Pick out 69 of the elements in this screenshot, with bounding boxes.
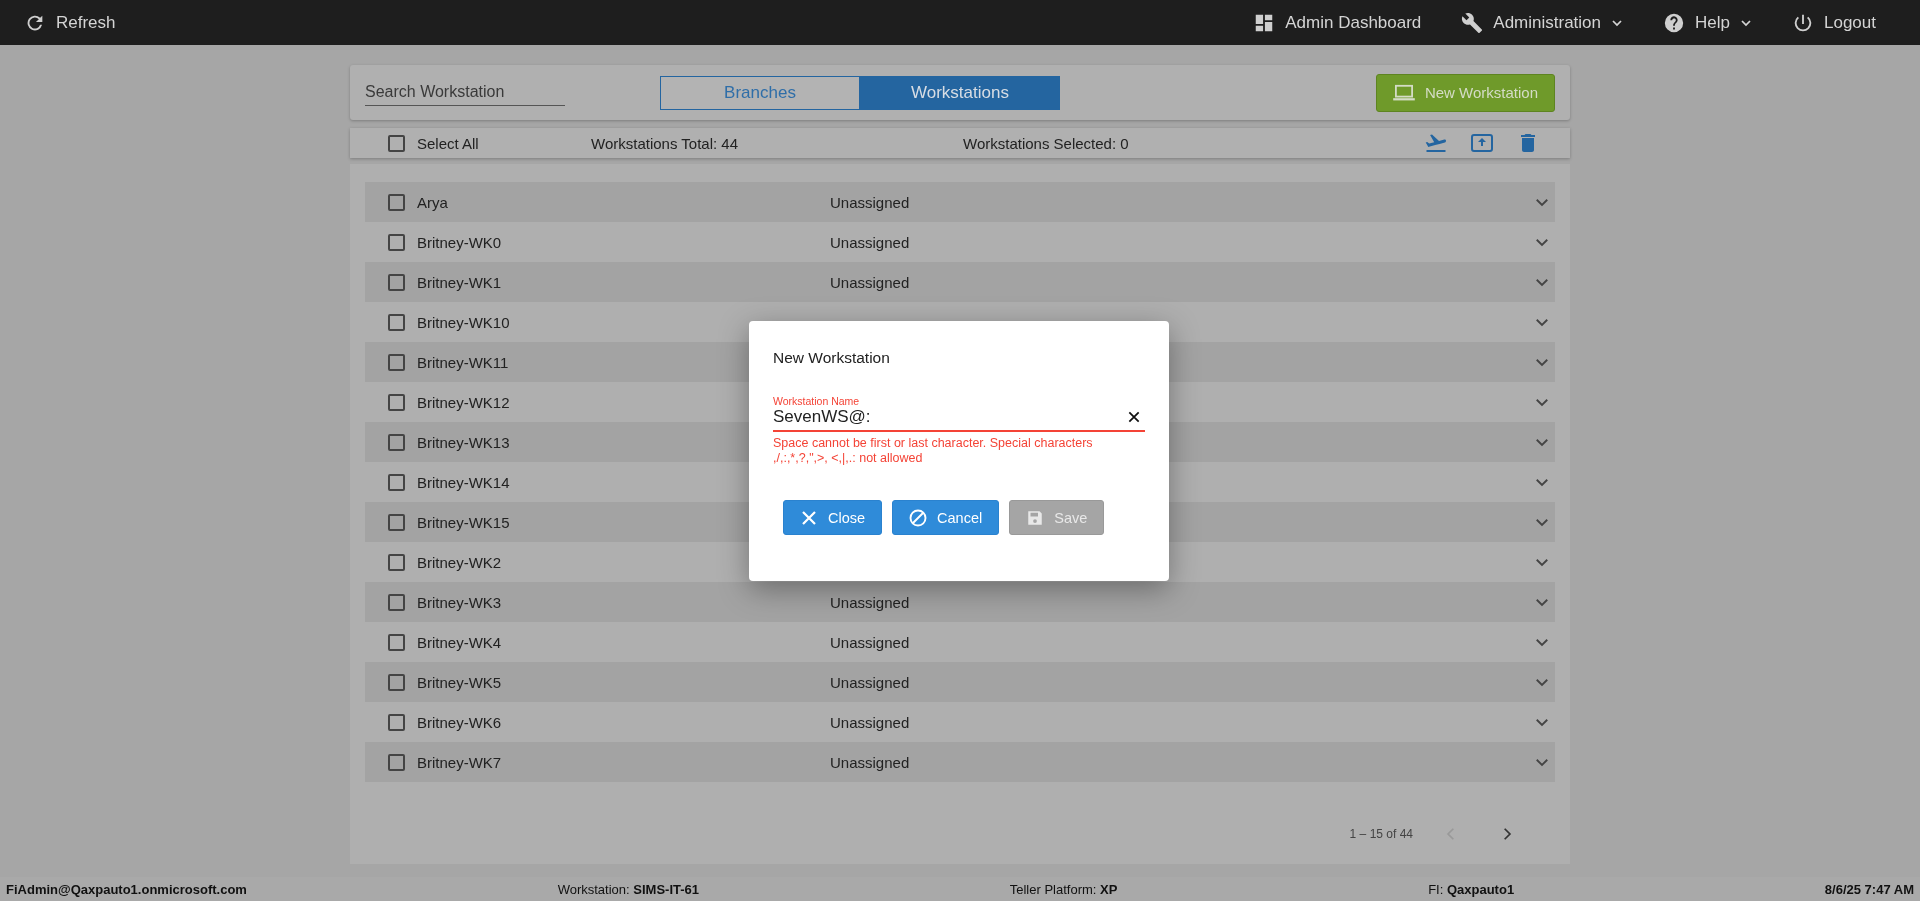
checkbox[interactable] [388,593,405,611]
wrench-icon [1461,11,1484,34]
status-item: FI: Qaxpauto1 [1428,881,1515,897]
checkbox[interactable] [388,134,405,152]
checkbox[interactable] [388,313,405,331]
checkbox[interactable] [388,513,405,531]
workstation-name: Britney-WK7 [417,753,502,771]
checkbox[interactable] [388,473,405,491]
cancel-button[interactable]: Cancel [892,500,1000,535]
page-range: 1 – 15 of 44 [1349,827,1413,841]
workstation-name: Britney-WK14 [417,473,510,491]
close-icon [800,508,818,527]
workstation-status: Unassigned [830,633,911,651]
status-item: Workstation: SIMS-IT-61 [557,881,700,897]
workstation-name: Britney-WK10 [417,313,510,331]
tab[interactable]: Workstations [860,75,1060,110]
prohibited-icon [909,508,928,527]
workstation-status: Unassigned [830,593,911,611]
workstation-status: Unassigned [830,233,911,251]
select-all-label[interactable]: Select All [417,134,479,152]
close-button[interactable]: Close [783,500,883,535]
workstation-name-field[interactable]: Workstation Name SevenWS@: [773,395,1145,432]
checkbox[interactable] [388,273,405,291]
search-field[interactable]: Search Workstation [365,79,565,106]
workstation-name: Britney-WK13 [417,433,510,451]
checkbox[interactable] [388,353,405,371]
workstation-name: Britney-WK11 [417,353,509,371]
workstation-name: Britney-WK5 [417,673,502,691]
workstation-status: Unassigned [830,273,911,291]
workstation-name: Britney-WK0 [417,233,502,251]
checkbox[interactable] [388,713,405,731]
checkbox[interactable] [388,233,405,251]
workstation-name: Arya [417,193,448,211]
nav-button[interactable]: Logout [1792,11,1876,34]
checkbox[interactable] [388,433,405,451]
nav-button[interactable]: Admin Dashboard [1253,11,1422,34]
total-count: Workstations Total: 44 [591,134,740,152]
upload-icon[interactable] [1470,131,1494,155]
workstation-name: Britney-WK4 [417,633,502,651]
status-item: Teller Platform: XP [1009,881,1118,897]
status-item: FiAdmin@Qaxpauto1.onmicrosoft.com [6,881,247,897]
checkbox[interactable] [388,393,405,411]
workstation-name: Britney-WK15 [417,513,510,531]
clear-icon[interactable] [1127,410,1141,424]
nav-button[interactable]: Help [1663,11,1752,34]
text-input[interactable]: SevenWS@: [773,407,1127,427]
help-icon [1663,11,1686,34]
selected-count: Workstations Selected: 0 [963,134,1129,152]
checkbox[interactable] [388,193,405,211]
laptop-icon [1392,83,1415,102]
nav-button[interactable]: Refresh [24,11,116,34]
checkbox[interactable] [388,673,405,691]
workstation-name: Britney-WK2 [417,553,502,571]
workstation-status: Unassigned [830,753,911,771]
error-message: Space cannot be first or last character. Special characters ,/,:,*,?,",>, <,|,.: not allowed [773,436,1094,466]
workstation-status: Unassigned [830,193,911,211]
checkbox[interactable] [388,753,405,771]
checkbox[interactable] [388,633,405,651]
workstation-name: Britney-WK6 [417,713,502,731]
workstation-name: Britney-WK1 [417,273,502,291]
dialog-title: New Workstation [773,349,891,367]
workstation-name: Britney-WK3 [417,593,502,611]
status-item: 8/6/25 7:47 AM [1824,881,1914,897]
workstation-name: Britney-WK12 [417,393,510,411]
save-icon [1026,508,1045,527]
checkbox[interactable] [388,553,405,571]
workstation-status: Unassigned [830,713,911,731]
workstation-status: Unassigned [830,673,911,691]
nav-button[interactable]: Administration [1461,11,1624,34]
